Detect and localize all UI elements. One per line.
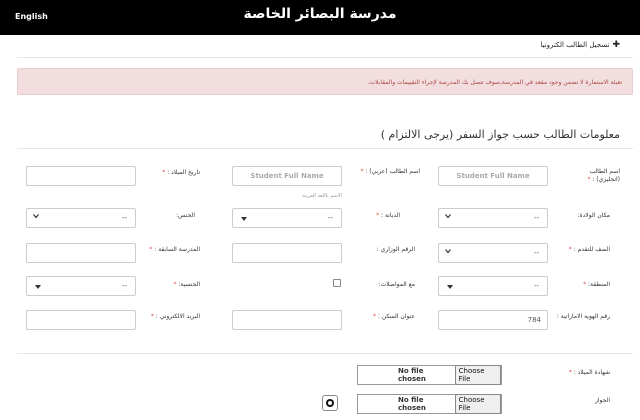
religion-select[interactable]: --	[232, 208, 342, 228]
birth-place-label: مكان الولادة:	[577, 212, 610, 219]
gender-label: الجنس:	[176, 212, 195, 219]
choose-file-button[interactable]: Choose File	[454, 365, 501, 385]
student-name-ar-input[interactable]	[232, 166, 342, 186]
chevron-down-icon	[445, 249, 451, 254]
email-label: البريد الالكتروني : *	[150, 313, 200, 320]
ministry-number-input[interactable]	[232, 243, 342, 263]
school-title: مدرسة البصائر الخاصة	[243, 6, 397, 22]
grade-label: الصف للتقدم : *	[568, 246, 610, 253]
previous-school-input[interactable]	[26, 243, 136, 263]
register-link-label: تسجيل الطالب الكترونيا	[540, 41, 610, 49]
file-status: No file chosen	[398, 396, 426, 412]
select-value: --	[327, 214, 333, 222]
passport-label: الجواز	[594, 397, 610, 404]
select-value: --	[533, 282, 539, 290]
caret-down-icon	[35, 285, 41, 289]
caret-down-icon	[241, 217, 247, 221]
notice-alert: تعبئة الاستمارة لا تضمن وجود مقعد في الم…	[17, 68, 633, 95]
plus-icon: ✚	[612, 40, 620, 50]
caret-down-icon	[447, 285, 453, 289]
transport-label: مع المواصلات:	[378, 281, 415, 288]
divider	[17, 148, 633, 149]
choose-file-button[interactable]: Choose File	[454, 394, 501, 414]
email-input[interactable]	[26, 310, 136, 330]
birth-date-input[interactable]	[26, 166, 136, 186]
divider	[17, 57, 633, 58]
language-switch-link[interactable]: English	[15, 12, 48, 21]
gender-select[interactable]: --	[26, 208, 136, 228]
birth-date-label: تاريخ الميلاد : *	[162, 169, 200, 176]
area-label: المنطقة: *	[583, 281, 610, 288]
select-value: --	[121, 282, 127, 290]
circle-icon	[326, 399, 334, 407]
ministry-number-label: الرقم الوزاري :	[376, 246, 415, 253]
certificate-file-input[interactable]: No file chosen Choose File	[357, 365, 502, 385]
name-ar-label: اسم الطالب (عربي) : *	[360, 168, 420, 175]
register-student-link[interactable]: ✚ تسجيل الطالب الكترونيا	[540, 40, 620, 50]
select-value: --	[121, 214, 127, 222]
name-en-label: اسم الطالب (انجليزي) : *	[587, 168, 620, 183]
emirates-id-input[interactable]	[438, 310, 548, 330]
nationality-label: الجنسية: *	[173, 281, 200, 288]
name-ar-hint: الاسم باللغة العربية	[302, 193, 342, 199]
select-value: --	[533, 249, 539, 257]
section-title: معلومات الطالب حسب جواز السفر (يرجى الال…	[380, 128, 620, 141]
select-value: --	[533, 214, 539, 222]
transport-checkbox[interactable]	[333, 279, 341, 287]
chevron-down-icon	[33, 214, 39, 219]
file-status: No file chosen	[398, 367, 426, 383]
previous-school-label: المدرسة السابقة : *	[149, 246, 200, 253]
top-header: مدرسة البصائر الخاصة English	[0, 0, 640, 35]
area-select[interactable]: --	[438, 276, 548, 296]
grade-select[interactable]: --	[438, 243, 548, 263]
nationality-select[interactable]: --	[26, 276, 136, 296]
chevron-down-icon	[445, 214, 451, 219]
certificate-label: شهادة الميلاد : *	[568, 369, 610, 376]
address-label: عنوان السكن : *	[372, 313, 415, 320]
passport-file-input[interactable]: No file chosen Choose File	[357, 394, 502, 414]
emirates-id-label: رقم الهوية الاماراتية :	[556, 313, 610, 320]
add-file-button[interactable]	[322, 395, 338, 411]
religion-label: الديانة : *	[376, 212, 400, 219]
address-input[interactable]	[232, 310, 342, 330]
birth-place-select[interactable]: --	[438, 208, 548, 228]
divider	[17, 353, 633, 354]
student-name-en-input[interactable]	[438, 166, 548, 186]
